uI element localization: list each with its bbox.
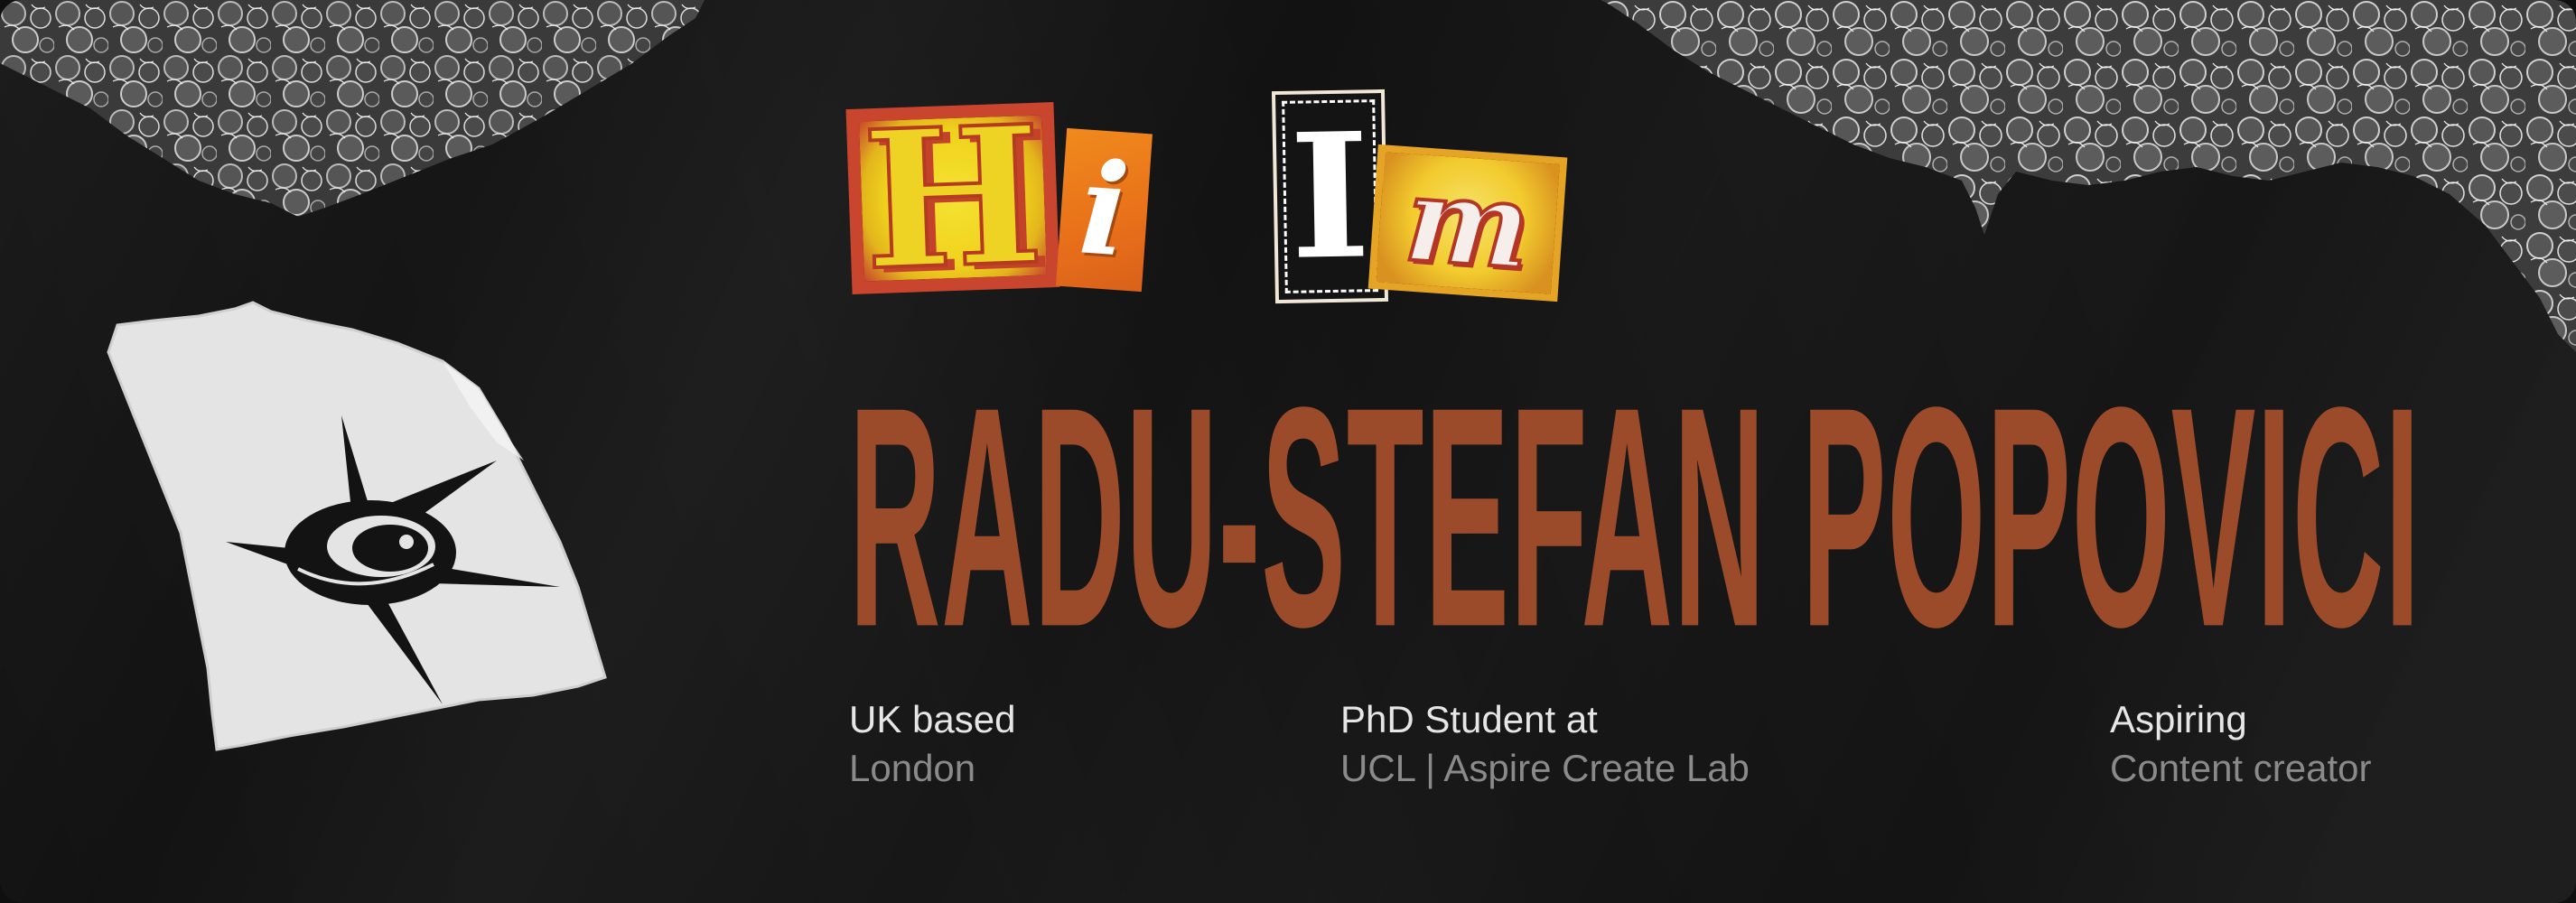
cutout-letter-m: m	[1367, 144, 1568, 303]
info-location: UK based London	[849, 701, 1015, 787]
info-location-label: UK based	[849, 698, 1016, 740]
info-occupation-value: UCL | Aspire Create Lab	[1340, 747, 1750, 789]
info-aspiration: Aspiring Content creator	[2110, 701, 2372, 787]
full-name-heading: RADU-STEFAN POPOVICI	[849, 361, 2421, 675]
torn-paper-emblem	[107, 301, 607, 751]
info-aspiration-value: Content creator	[2110, 747, 2372, 789]
info-occupation: PhD Student at UCL | Aspire Create Lab	[1340, 701, 1750, 787]
full-name-text: RADU-STEFAN POPOVICI	[849, 342, 2421, 693]
crumpled-foil-texture-right	[1601, 0, 2576, 352]
info-location-value: London	[849, 747, 976, 789]
greeting-cutout-letters: H i I m	[840, 81, 1590, 321]
info-occupation-label: PhD Student at	[1340, 698, 1598, 740]
info-aspiration-label: Aspiring	[2110, 698, 2247, 740]
cutout-letter-h: H	[845, 81, 1060, 314]
cutout-letter-i: i	[1056, 127, 1153, 293]
hero-banner: H i I m RADU-STEFAN POPOVICI UK based Lo…	[0, 0, 2576, 903]
crumpled-foil-texture-left	[0, 0, 705, 217]
